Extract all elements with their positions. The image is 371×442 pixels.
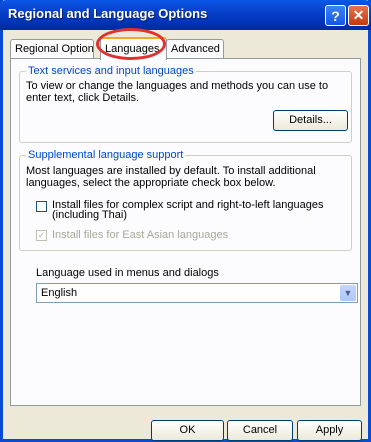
text-services-legend: Text services and input languages (26, 65, 196, 77)
supplemental-group: Supplemental language support Most langu… (19, 149, 352, 251)
languages-panel: Text services and input languages To vie… (10, 58, 361, 406)
chevron-down-icon[interactable]: ▼ (340, 285, 356, 301)
text-services-description: To view or change the languages and meth… (26, 80, 329, 104)
supplemental-description: Most languages are installed by default.… (26, 165, 316, 189)
ok-button[interactable]: OK (151, 420, 224, 441)
help-icon: ? (331, 7, 340, 24)
window-title: Regional and Language Options (8, 6, 208, 21)
complex-script-checkbox[interactable] (36, 201, 47, 212)
text-services-group: Text services and input languages To vie… (19, 65, 352, 143)
close-button[interactable]: ✕ (348, 5, 369, 26)
tab-regional-options[interactable]: Regional Options (10, 39, 94, 58)
ui-language-label: Language used in menus and dialogs (36, 267, 219, 279)
complex-script-label: Install files for complex script and rig… (52, 199, 324, 221)
annotation-circle (96, 28, 166, 60)
east-asian-label: Install files for East Asian languages (52, 229, 229, 241)
ui-language-select[interactable]: English ▼ (36, 283, 358, 303)
cancel-button[interactable]: Cancel (227, 420, 293, 441)
east-asian-checkbox: ✓ (36, 230, 47, 241)
help-button[interactable]: ? (325, 5, 346, 26)
supplemental-legend: Supplemental language support (26, 149, 186, 161)
tab-advanced[interactable]: Advanced (166, 39, 224, 58)
close-icon: ✕ (352, 7, 365, 23)
title-bar[interactable]: Regional and Language Options ? ✕ (0, 0, 371, 30)
dialog-window: Regional and Language Options ? ✕ Region… (0, 0, 371, 442)
apply-button[interactable]: Apply (297, 420, 362, 441)
ui-language-value: English (41, 287, 78, 299)
details-button[interactable]: Details... (273, 110, 348, 131)
